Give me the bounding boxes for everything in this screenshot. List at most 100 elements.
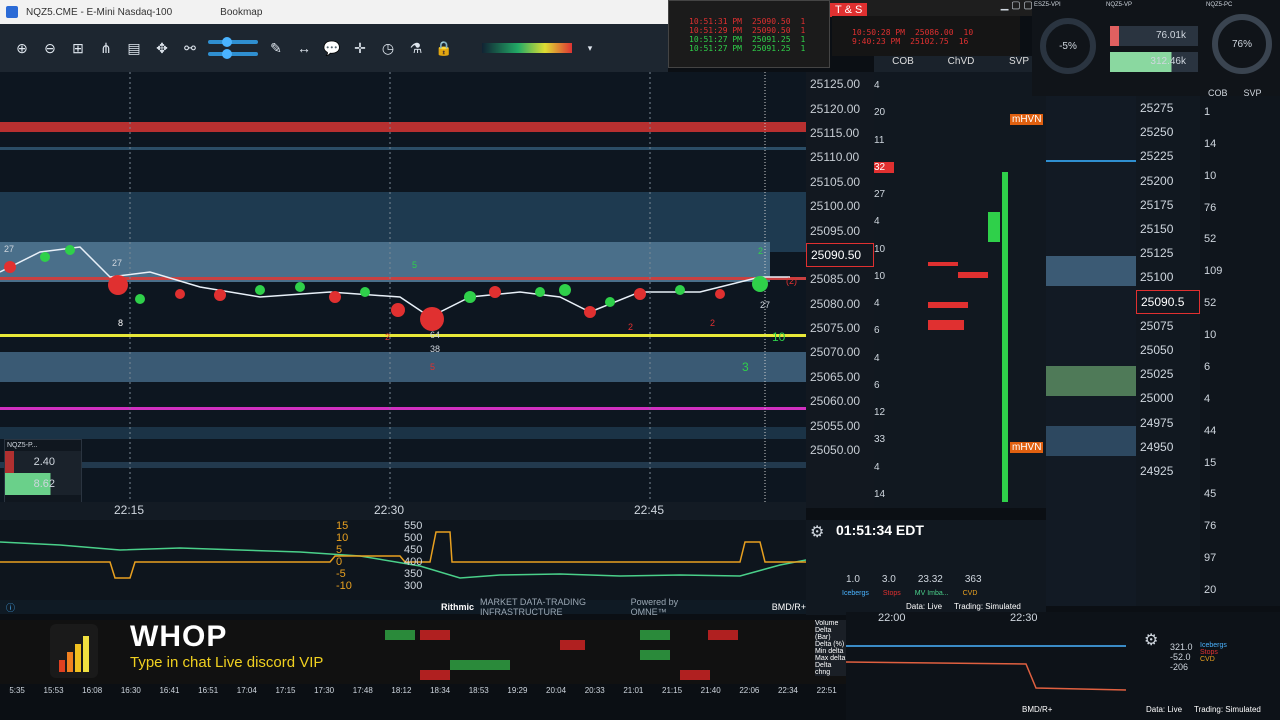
gear-icon[interactable]: ⚙: [1144, 630, 1158, 650]
info-icon[interactable]: ⓘ: [6, 601, 15, 614]
trading-status: Data: Live Trading: Simulated: [906, 602, 1021, 611]
right-price-axis[interactable]: 25275 25250 25225 25200 25175 25150 2512…: [1136, 96, 1200, 606]
time-label: 22:15: [114, 503, 145, 517]
crosshair-icon[interactable]: ✛: [350, 38, 370, 58]
volume-label: 27: [4, 244, 15, 254]
price-level: 25055.00: [810, 418, 861, 433]
volume-label: 27: [760, 300, 771, 310]
trade-dots: [0, 72, 790, 502]
volume-label: 2: [385, 332, 391, 342]
col-header-cob[interactable]: COB: [874, 56, 932, 72]
vpi-title: NQZ5-VP: [1106, 2, 1133, 8]
zoom-out-icon[interactable]: ⊖: [40, 38, 60, 58]
vpi-gauge-pc[interactable]: NQZ5-PC 76% COB SVP: [1204, 0, 1280, 98]
time-label: 22:45: [634, 503, 665, 517]
contrast-slider[interactable]: [208, 37, 258, 47]
ts-title: T & S: [830, 3, 868, 17]
mini-vpi-panel[interactable]: NQZ5-P... 2.40 8.62: [4, 439, 82, 502]
vpi-value: -5%: [1040, 18, 1096, 74]
chevron-down-icon[interactable]: ▾: [580, 38, 600, 58]
price-level: 25115.00: [810, 125, 860, 140]
bottom-cvd-panel[interactable]: 22:00 22:30 ⚙ 321.0 -52.0 -206 Icebergs Sto…: [846, 612, 1280, 720]
price-level: 25175: [1140, 197, 1174, 212]
price-level: 25085.00: [810, 272, 861, 287]
cvd-subchart[interactable]: 15 10 5 0 -5 -10 550 500 450 400 350 300: [0, 520, 806, 600]
current-price: 25090.50: [806, 242, 874, 268]
mv-imbalance-value: 23.32: [917, 574, 943, 585]
vpi-gauge-nq[interactable]: NQZ5-VP 76.01k 312.46k: [1104, 0, 1204, 96]
window-title: NQZ5.CME - E-Mini Nasdaq-100: [26, 6, 173, 18]
volume-label: 8: [118, 318, 124, 328]
gear-icon[interactable]: ⚙: [810, 522, 824, 542]
chvd-svp-area: mHVN mHVN: [918, 72, 1046, 508]
cob-value: 32: [874, 161, 894, 173]
vpi-sell: 76.01k: [1110, 26, 1198, 46]
price-level: 25125: [1140, 246, 1174, 261]
volume-label: 5: [412, 260, 418, 270]
price-level: 25100: [1140, 270, 1174, 285]
ts-row: 10:51:27 PM 25091.25 1: [689, 35, 806, 44]
price-level: 25075: [1140, 318, 1174, 333]
cob-value: 4: [874, 352, 880, 364]
ts-row: 9:40:23 PM 25102.75 16: [852, 37, 969, 46]
ruler-icon[interactable]: ↔: [294, 38, 314, 58]
ts-secondary[interactable]: 10:50:28 PM 25086.00 10 9:40:23 PM 25102.75…: [832, 16, 1020, 56]
overlay-subtitle: Type in chat Live discord VIP: [130, 654, 324, 671]
provider-name: Rithmic: [441, 602, 475, 612]
cob-value: 10: [874, 243, 886, 255]
cob-value: 12: [874, 407, 886, 419]
whop-overlay: WHOP Type in chat Live discord VIP: [50, 620, 430, 684]
ts-titlebar: T & S ▁ ▢ ▢ ✕: [830, 0, 1050, 17]
vpi-gauge-es[interactable]: ESZ5-VPI -5%: [1032, 0, 1104, 96]
price-level: 24925: [1140, 463, 1174, 478]
price-ladder[interactable]: 25125.00 25120.00 25115.00 25110.00 2510…: [806, 72, 874, 508]
price-level: 25110.00: [810, 150, 860, 165]
cob-value: 4: [874, 461, 880, 473]
subchart-right-axis: 550 500 450 400 350 300: [404, 520, 423, 592]
zoom-fit-icon[interactable]: ⊞: [68, 38, 88, 58]
mini-vpi-title: NQZ5-P...: [7, 442, 38, 449]
price-level: 25080.00: [810, 296, 861, 311]
color-scale[interactable]: [482, 43, 572, 53]
price-level: 25125.00: [810, 77, 861, 92]
cob-column: 4 20 11 32 27 4 10 10 4 6 4 6 12 33 4 14: [874, 72, 918, 508]
comment-icon[interactable]: 💬: [322, 38, 342, 58]
liquidity-band: [1046, 160, 1136, 162]
price-level: 25025: [1140, 367, 1174, 382]
liquidity-band: [1046, 256, 1136, 286]
clean-icon[interactable]: ⚗: [406, 38, 426, 58]
ts-row: 10:51:31 PM 25090.50 1: [689, 17, 806, 26]
share-icon[interactable]: ⋔: [96, 38, 116, 58]
zoom-in-icon[interactable]: ⊕: [12, 38, 32, 58]
volume-label: (2): [786, 276, 797, 286]
heatmap-chart[interactable]: 27 27 5 8 2 (2) 64 38 5 2 2 2 10 3 27 NQ…: [0, 72, 806, 502]
settings-icon[interactable]: ✥: [152, 38, 172, 58]
col-header-chvd[interactable]: ChVD: [932, 56, 990, 72]
bottom-stats: 321.0 -52.0 -206: [1170, 642, 1193, 672]
account-label: BMD/R+: [1022, 705, 1053, 714]
provider-tagline: MARKET DATA-TRADING INFRASTRUCTURE: [480, 597, 587, 617]
pen-icon[interactable]: ✎: [266, 38, 286, 58]
time-label: 22:30: [1010, 612, 1038, 624]
brightness-slider[interactable]: [208, 49, 258, 59]
window-titlebar: NQZ5.CME - E-Mini Nasdaq-100 Bookmap: [0, 0, 668, 24]
vpi-title: NQZ5-PC: [1206, 2, 1233, 8]
vpi-title: ESZ5-VPI: [1034, 2, 1061, 8]
signal-logo-icon: [50, 624, 98, 678]
price-level: 25000: [1140, 391, 1174, 406]
cob-value: 27: [874, 189, 886, 201]
liquidity-band: [1046, 366, 1136, 396]
chart-icon[interactable]: ▤: [124, 38, 144, 58]
time-and-sales-window[interactable]: 10:51:31 PM 25090.50 1 10:51:29 PM 25090.50…: [668, 0, 830, 68]
volume-label: 38: [430, 344, 441, 354]
volume-label: 10: [772, 330, 786, 344]
price-level: 25120.00: [810, 101, 861, 116]
cob-value: 4: [874, 216, 880, 228]
timer-icon[interactable]: ◷: [378, 38, 398, 58]
price-level: 25250: [1140, 125, 1174, 140]
price-level: 25200: [1140, 173, 1174, 188]
lock-icon[interactable]: 🔒: [434, 38, 454, 58]
mini-heatmap[interactable]: [1046, 96, 1136, 606]
volume-label: 2: [758, 246, 764, 256]
link-icon[interactable]: ⚯: [180, 38, 200, 58]
